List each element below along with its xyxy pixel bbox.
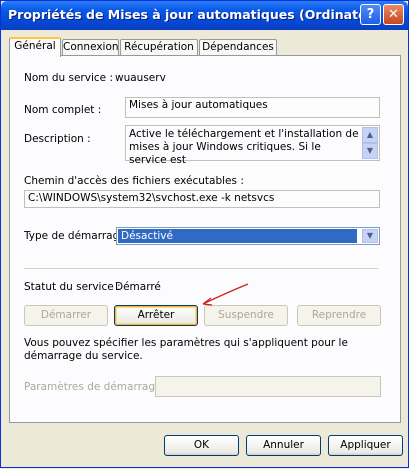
- start-params-info: Vous pouvez spécifier les paramètres qui…: [24, 337, 348, 362]
- annotation-arrow-icon: [202, 283, 249, 306]
- tab-general[interactable]: Général: [9, 37, 61, 57]
- cancel-button[interactable]: Annuler: [246, 435, 321, 456]
- ok-button[interactable]: OK: [164, 435, 239, 456]
- apply-button[interactable]: Appliquer: [328, 435, 403, 456]
- properties-dialog: Propriétés de Mises à jour automatiques …: [0, 0, 409, 468]
- start-params-label: Paramètres de démarrage :: [24, 381, 169, 393]
- start-params-input[interactable]: [155, 376, 381, 397]
